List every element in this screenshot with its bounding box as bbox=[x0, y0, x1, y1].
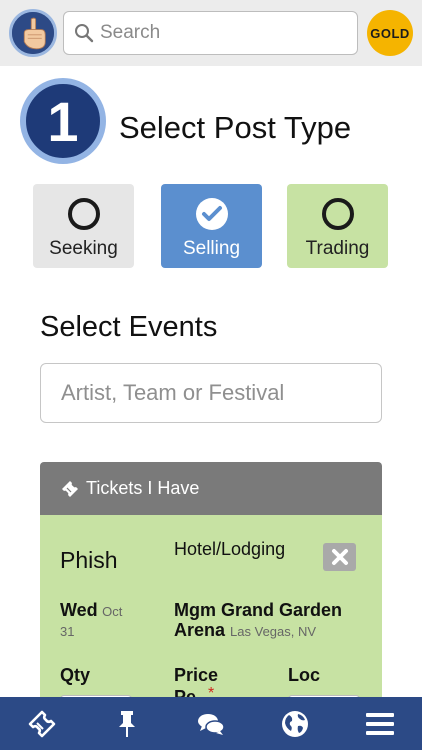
ticket-icon bbox=[62, 480, 78, 497]
post-type-label: Trading bbox=[305, 238, 370, 259]
search-icon bbox=[75, 24, 94, 43]
check-circle-icon bbox=[195, 198, 228, 230]
step-title: Select Post Type bbox=[119, 110, 352, 145]
required-marker: * bbox=[208, 685, 215, 697]
qty-label: Qty bbox=[60, 665, 91, 685]
post-type-seeking[interactable]: Seeking bbox=[33, 184, 134, 268]
nav-pins[interactable] bbox=[97, 697, 157, 750]
post-type-trading[interactable]: Trading bbox=[287, 184, 388, 268]
chat-icon bbox=[197, 713, 225, 735]
radio-empty-icon bbox=[67, 198, 100, 230]
gold-badge[interactable]: GOLD bbox=[367, 10, 413, 56]
radio-empty-icon bbox=[321, 198, 354, 230]
venue-location: Las Vegas, NV bbox=[230, 624, 317, 639]
globe-icon bbox=[282, 710, 309, 737]
nav-messages[interactable] bbox=[181, 697, 241, 750]
pointing-finger-icon bbox=[12, 12, 54, 54]
nav-explore[interactable] bbox=[265, 697, 325, 750]
ticket-entry: Phish Hotel/Lodging Wed Oct 31 Mgm Grand… bbox=[40, 515, 382, 697]
events-section-title: Select Events bbox=[40, 311, 218, 343]
nav-tickets[interactable] bbox=[12, 697, 72, 750]
menu-icon bbox=[365, 712, 394, 735]
loc-label: Loc bbox=[288, 665, 321, 685]
search-box[interactable] bbox=[63, 11, 358, 55]
event-date-day: 31 bbox=[60, 624, 75, 639]
post-type-selling[interactable]: Selling bbox=[161, 184, 262, 268]
event-venue: Mgm Grand Garden Arena Las Vegas, NV bbox=[174, 600, 374, 642]
top-bar: GOLD bbox=[0, 0, 422, 66]
nav-menu[interactable] bbox=[350, 697, 410, 750]
event-date: Wed Oct 31 bbox=[60, 600, 150, 642]
main-content: 1 Select Post Type Seeking Selling Tradi… bbox=[0, 66, 422, 697]
avatar[interactable] bbox=[9, 9, 57, 57]
step-number-badge: 1 bbox=[20, 78, 106, 164]
tickets-card-title: Tickets I Have bbox=[86, 478, 200, 498]
search-input[interactable] bbox=[100, 22, 340, 44]
bottom-nav bbox=[0, 697, 422, 750]
pin-icon bbox=[118, 710, 135, 737]
tickets-card-header: Tickets I Have bbox=[40, 462, 382, 515]
post-type-label: Seeking bbox=[49, 238, 118, 259]
remove-ticket-button[interactable] bbox=[323, 543, 356, 571]
post-type-label: Selling bbox=[182, 238, 241, 259]
event-date-month: Oct bbox=[102, 604, 123, 619]
event-artist: Phish bbox=[60, 547, 118, 573]
close-icon bbox=[331, 549, 348, 565]
price-per-label: Pe bbox=[174, 687, 197, 697]
price-label: Price bbox=[174, 665, 219, 685]
ticket-icon bbox=[28, 710, 56, 737]
event-category: Hotel/Lodging bbox=[174, 539, 286, 559]
event-search-input[interactable] bbox=[40, 363, 382, 423]
event-date-dow: Wed bbox=[60, 600, 98, 620]
